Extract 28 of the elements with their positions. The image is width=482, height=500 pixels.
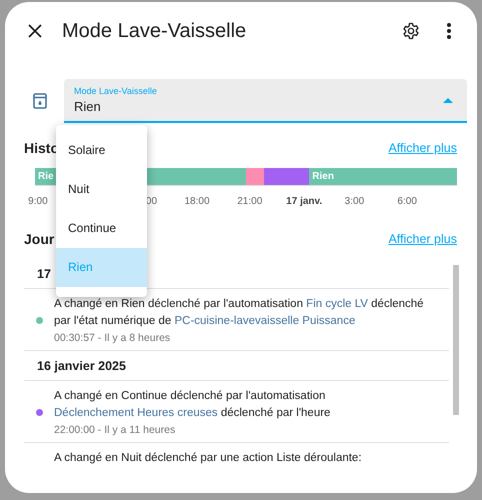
log-time: 00:30:57 - Il y a 8 heures xyxy=(54,332,172,344)
show-more-link[interactable]: Afficher plus xyxy=(388,232,457,246)
log-message: A changé en Continue déclenché par l'automatisation Déclenchement Heures creuses déclenché par l'heure xyxy=(54,389,332,421)
show-more-link[interactable]: Afficher plus xyxy=(388,141,457,155)
axis-tick-label: 3:00 xyxy=(344,196,364,207)
mode-select[interactable]: Mode Lave-Vaisselle Rien xyxy=(64,79,467,123)
log-message: A changé en Rien déclenché par l'automatisation Fin cycle LV déclenché par l'état numérique de PC-cuisine-lavevaisselle Puissance xyxy=(54,297,425,329)
axis-tick-label: 9:00 xyxy=(28,196,48,207)
entity-link[interactable]: PC-cuisine-lavevaisselle Puissance xyxy=(174,315,356,327)
timeline-segment: Rien xyxy=(309,168,457,185)
caret-icon xyxy=(443,98,453,102)
date-heading: 16 janvier 2025 xyxy=(24,351,449,381)
axis-tick-label: 6:00 xyxy=(397,196,417,207)
entity-link[interactable]: Fin cycle LV xyxy=(306,298,368,310)
dialog-title: Mode Lave-Vaisselle xyxy=(62,20,248,42)
log-message: A changé en Nuit déclenché par une action Liste déroulante: xyxy=(54,451,363,466)
dishwasher-icon xyxy=(33,93,47,109)
section-title: Jour xyxy=(24,231,54,247)
axis-tick-label: 18:00 xyxy=(184,196,210,207)
more-icon[interactable] xyxy=(446,22,452,40)
log-time: 22:00:00 - Il y a 11 heures xyxy=(54,424,176,436)
axis-tick-label: 17 janv. xyxy=(286,196,322,207)
entity-link[interactable]: Déclenchement Heures creuses xyxy=(54,407,218,419)
close-icon[interactable] xyxy=(28,24,42,38)
axis-tick-label: 21:00 xyxy=(237,196,262,207)
menu-item[interactable]: Continue xyxy=(56,209,147,248)
settings-icon[interactable] xyxy=(402,22,420,40)
menu-item[interactable]: Solaire xyxy=(56,131,147,170)
